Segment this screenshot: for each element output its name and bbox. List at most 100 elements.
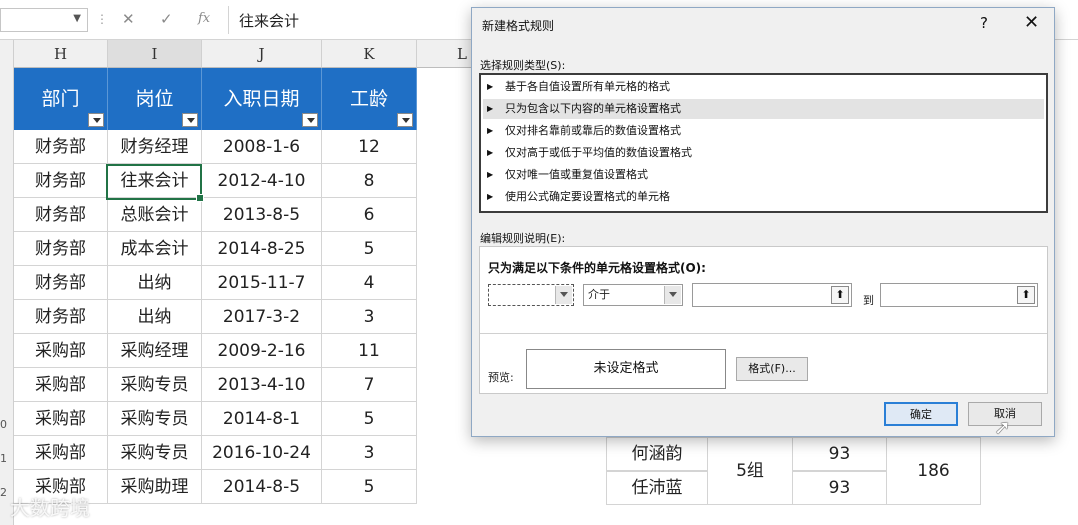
- group-cell[interactable]: 5组: [707, 437, 793, 505]
- rule-type-list[interactable]: ▶ 基于各自值设置所有单元格的格式 ▶ 只为包含以下内容的单元格设置格式 ▶ 仅对排名…: [479, 73, 1048, 213]
- preview-label: 预览:: [488, 371, 514, 384]
- rule-type-item-selected[interactable]: ▶ 只为包含以下内容的单元格设置格式: [483, 99, 1044, 119]
- table-cell[interactable]: 财务部: [14, 198, 108, 232]
- table-cell[interactable]: 7: [322, 368, 417, 402]
- table-cell[interactable]: 往来会计: [108, 164, 202, 198]
- chevron-down-icon[interactable]: [664, 286, 681, 304]
- help-icon[interactable]: ?: [980, 14, 988, 32]
- mouse-pointer-icon: ➚: [994, 415, 1011, 439]
- table-cell[interactable]: 2014-8-5: [202, 470, 322, 504]
- table-cell[interactable]: 成本会计: [108, 232, 202, 266]
- filter-dropdown-icon[interactable]: [397, 113, 413, 127]
- table-cell[interactable]: 2009-2-16: [202, 334, 322, 368]
- table-cell[interactable]: 8: [322, 164, 417, 198]
- collapse-dialog-icon[interactable]: ⬆: [1017, 286, 1035, 304]
- insert-function-icon[interactable]: fx: [198, 11, 210, 26]
- column-header-k[interactable]: K: [322, 40, 417, 68]
- header-label: 岗位: [135, 88, 174, 110]
- table-cell[interactable]: 2017-3-2: [202, 300, 322, 334]
- table-cell[interactable]: 2015-11-7: [202, 266, 322, 300]
- table-cell[interactable]: 采购部: [14, 368, 108, 402]
- formula-input[interactable]: 往来会计: [228, 6, 478, 34]
- rule-type-item[interactable]: ▶ 使用公式确定要设置格式的单元格: [483, 187, 1044, 207]
- filter-dropdown-icon[interactable]: [302, 113, 318, 127]
- name-box[interactable]: ▼: [0, 8, 88, 32]
- cell-value-combo[interactable]: [488, 284, 574, 306]
- operator-combo[interactable]: 介于: [583, 284, 683, 306]
- header-label: 部门: [41, 88, 80, 110]
- table-cell[interactable]: 2014-8-1: [202, 402, 322, 436]
- header-label: 入职日期: [223, 88, 300, 110]
- table-cell[interactable]: 财务部: [14, 266, 108, 300]
- table-cell[interactable]: 采购经理: [108, 334, 202, 368]
- table-cell[interactable]: 财务经理: [108, 130, 202, 164]
- table-cell[interactable]: 出纳: [108, 266, 202, 300]
- rule-type-item[interactable]: ▶ 仅对高于或低于平均值的数值设置格式: [483, 143, 1044, 163]
- table-cell[interactable]: 6: [322, 198, 417, 232]
- table-cell[interactable]: 采购助理: [108, 470, 202, 504]
- chevron-down-icon[interactable]: ▼: [73, 13, 81, 24]
- filter-dropdown-icon[interactable]: [182, 113, 198, 127]
- chevron-down-icon[interactable]: [555, 286, 572, 304]
- formula-bar-grip-icon: ⋮: [96, 12, 108, 26]
- filter-dropdown-icon[interactable]: [88, 113, 104, 127]
- table-cell[interactable]: 2014-8-25: [202, 232, 322, 266]
- table-cell[interactable]: 采购部: [14, 334, 108, 368]
- table-cell[interactable]: 采购部: [14, 436, 108, 470]
- rule-type-item[interactable]: ▶ 仅对排名靠前或靠后的数值设置格式: [483, 121, 1044, 141]
- row-number[interactable]: 0: [0, 418, 14, 431]
- edit-rule-desc-label: 编辑规则说明(E):: [480, 232, 566, 245]
- table-header-department: 部门: [14, 68, 108, 130]
- table-header-hire-date: 入职日期: [202, 68, 322, 130]
- table-cell[interactable]: 5: [322, 402, 417, 436]
- table-cell[interactable]: 出纳: [108, 300, 202, 334]
- combo-value: 介于: [588, 288, 610, 301]
- table-cell[interactable]: 2013-8-5: [202, 198, 322, 232]
- column-header-h[interactable]: H: [14, 40, 108, 68]
- table-cell[interactable]: 12: [322, 130, 417, 164]
- format-button[interactable]: 格式(F)...: [736, 357, 808, 381]
- table-cell[interactable]: 采购专员: [108, 436, 202, 470]
- close-icon[interactable]: ✕: [1024, 12, 1039, 33]
- rule-type-item[interactable]: ▶ 基于各自值设置所有单元格的格式: [483, 77, 1044, 97]
- row-number[interactable]: 1: [0, 452, 14, 465]
- table-cell[interactable]: 11: [322, 334, 417, 368]
- rule-type-item[interactable]: ▶ 仅对唯一值或重复值设置格式: [483, 165, 1044, 185]
- table-cell[interactable]: 采购专员: [108, 368, 202, 402]
- table-cell[interactable]: 财务部: [14, 130, 108, 164]
- table-cell[interactable]: 2008-1-6: [202, 130, 322, 164]
- cancel-edit-icon[interactable]: ✕: [122, 10, 135, 28]
- collapse-dialog-icon[interactable]: ⬆: [831, 286, 849, 304]
- score-cell[interactable]: 93: [792, 471, 887, 505]
- table-cell[interactable]: 财务部: [14, 164, 108, 198]
- table-cell[interactable]: 4: [322, 266, 417, 300]
- table-cell[interactable]: 2013-4-10: [202, 368, 322, 402]
- min-value-input[interactable]: ⬆: [692, 283, 852, 307]
- table-cell[interactable]: 2016-10-24: [202, 436, 322, 470]
- table-cell[interactable]: 采购专员: [108, 402, 202, 436]
- table-cell[interactable]: 5: [322, 232, 417, 266]
- total-cell[interactable]: 186: [886, 437, 981, 505]
- table-cell[interactable]: 财务部: [14, 300, 108, 334]
- rule-description-panel: 只为满足以下条件的单元格设置格式(O): 介于 ⬆ 到 ⬆ 预览: 未设定格式 …: [479, 246, 1048, 394]
- table-cell[interactable]: 总账会计: [108, 198, 202, 232]
- play-icon: ▶: [487, 126, 494, 135]
- enter-edit-icon[interactable]: ✓: [160, 10, 173, 28]
- column-header-i[interactable]: I: [108, 40, 202, 68]
- table-cell[interactable]: 2012-4-10: [202, 164, 322, 198]
- play-icon: ▶: [487, 148, 494, 157]
- name-cell[interactable]: 何涵韵: [606, 437, 708, 471]
- max-value-input[interactable]: ⬆: [880, 283, 1038, 307]
- play-icon: ▶: [487, 82, 494, 91]
- table-cell[interactable]: 3: [322, 300, 417, 334]
- table-cell[interactable]: 3: [322, 436, 417, 470]
- score-cell[interactable]: 93: [792, 437, 887, 471]
- ok-button[interactable]: 确定: [884, 402, 958, 426]
- table-cell[interactable]: 财务部: [14, 232, 108, 266]
- table-cell[interactable]: 采购部: [14, 402, 108, 436]
- condition-label: 只为满足以下条件的单元格设置格式(O):: [488, 261, 706, 275]
- table-cell[interactable]: 5: [322, 470, 417, 504]
- select-rule-type-label: 选择规则类型(S):: [480, 59, 566, 72]
- name-cell[interactable]: 任沛蓝: [606, 471, 708, 505]
- column-header-j[interactable]: J: [202, 40, 322, 68]
